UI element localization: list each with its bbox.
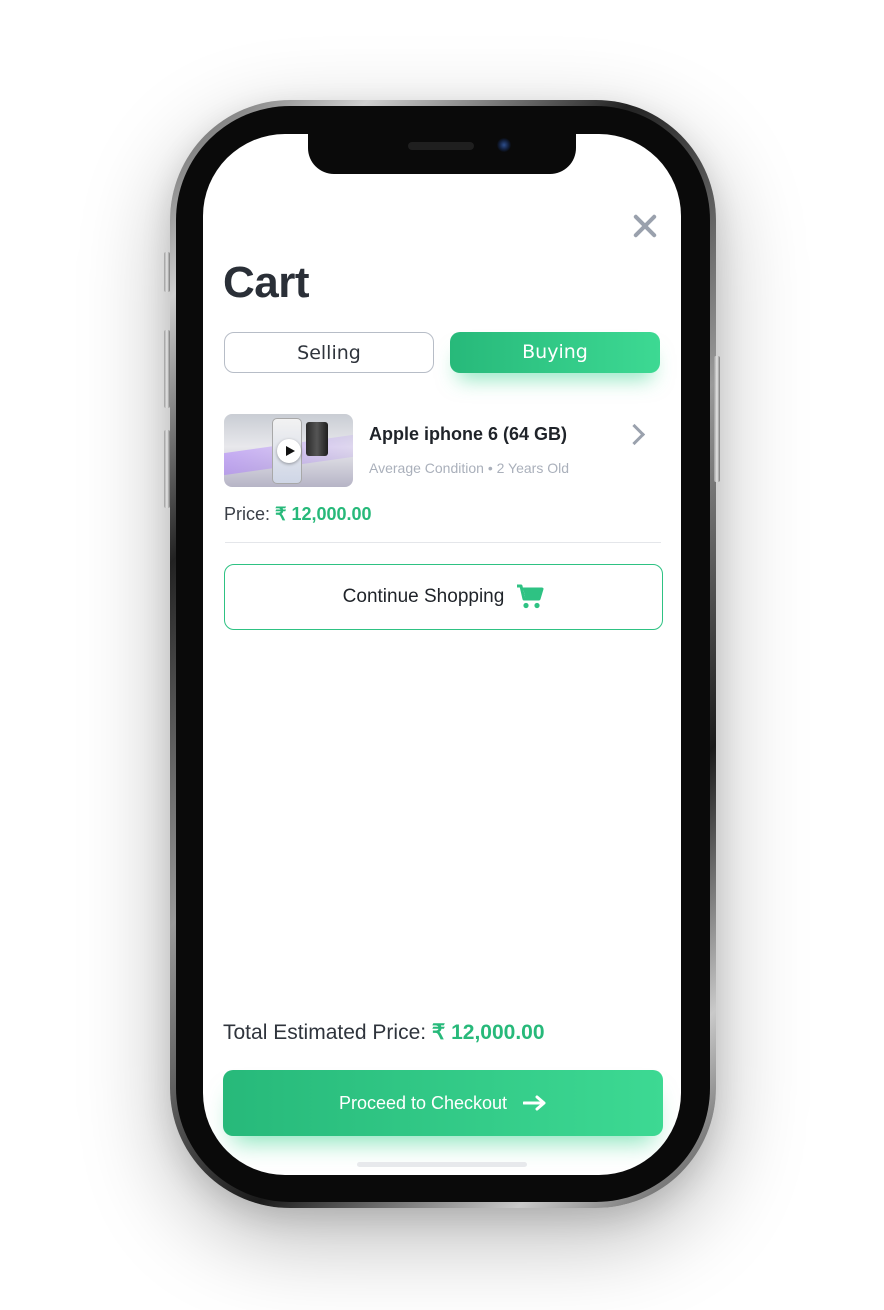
checkout-label: Proceed to Checkout (338, 1092, 508, 1113)
shopping-cart-icon (517, 584, 544, 609)
home-indicator[interactable] (357, 1162, 527, 1167)
front-camera (497, 138, 511, 152)
power-button (714, 356, 720, 482)
thumbnail-lens-image (306, 422, 328, 456)
product-thumbnail[interactable] (224, 414, 353, 487)
close-icon[interactable] (631, 212, 659, 240)
volume-up-button (164, 330, 170, 408)
item-price: Price: ₹ 12,000.00 (224, 504, 372, 525)
silent-switch (164, 252, 170, 292)
total-label: Total Estimated Price: (223, 1021, 432, 1044)
product-name[interactable]: Apple iphone 6 (64 GB) (369, 424, 567, 445)
total-estimated-price: Total Estimated Price: ₹ 12,000.00 (223, 1020, 545, 1045)
tab-buying[interactable]: Buying (450, 332, 660, 373)
continue-shopping-button[interactable]: Continue Shopping (224, 564, 663, 630)
notch (308, 134, 576, 174)
speaker-grille (408, 142, 474, 150)
price-label: Price: (224, 504, 276, 524)
play-icon[interactable] (277, 439, 301, 463)
total-value: ₹ 12,000.00 (431, 1021, 545, 1044)
app-screen: Cart Selling Buying Apple iphone 6 (64 G… (203, 134, 681, 1175)
price-value: ₹ 12,000.00 (275, 504, 372, 524)
product-meta: Average Condition • 2 Years Old (369, 460, 569, 476)
volume-down-button (164, 430, 170, 508)
page-title: Cart (223, 258, 310, 307)
proceed-to-checkout-button[interactable]: Proceed to Checkout (223, 1070, 663, 1136)
divider (225, 542, 661, 543)
continue-shopping-label: Continue Shopping (342, 586, 505, 607)
chevron-right-icon[interactable] (623, 423, 646, 446)
tab-selling[interactable]: Selling (224, 332, 434, 373)
arrow-right-icon (523, 1095, 546, 1111)
